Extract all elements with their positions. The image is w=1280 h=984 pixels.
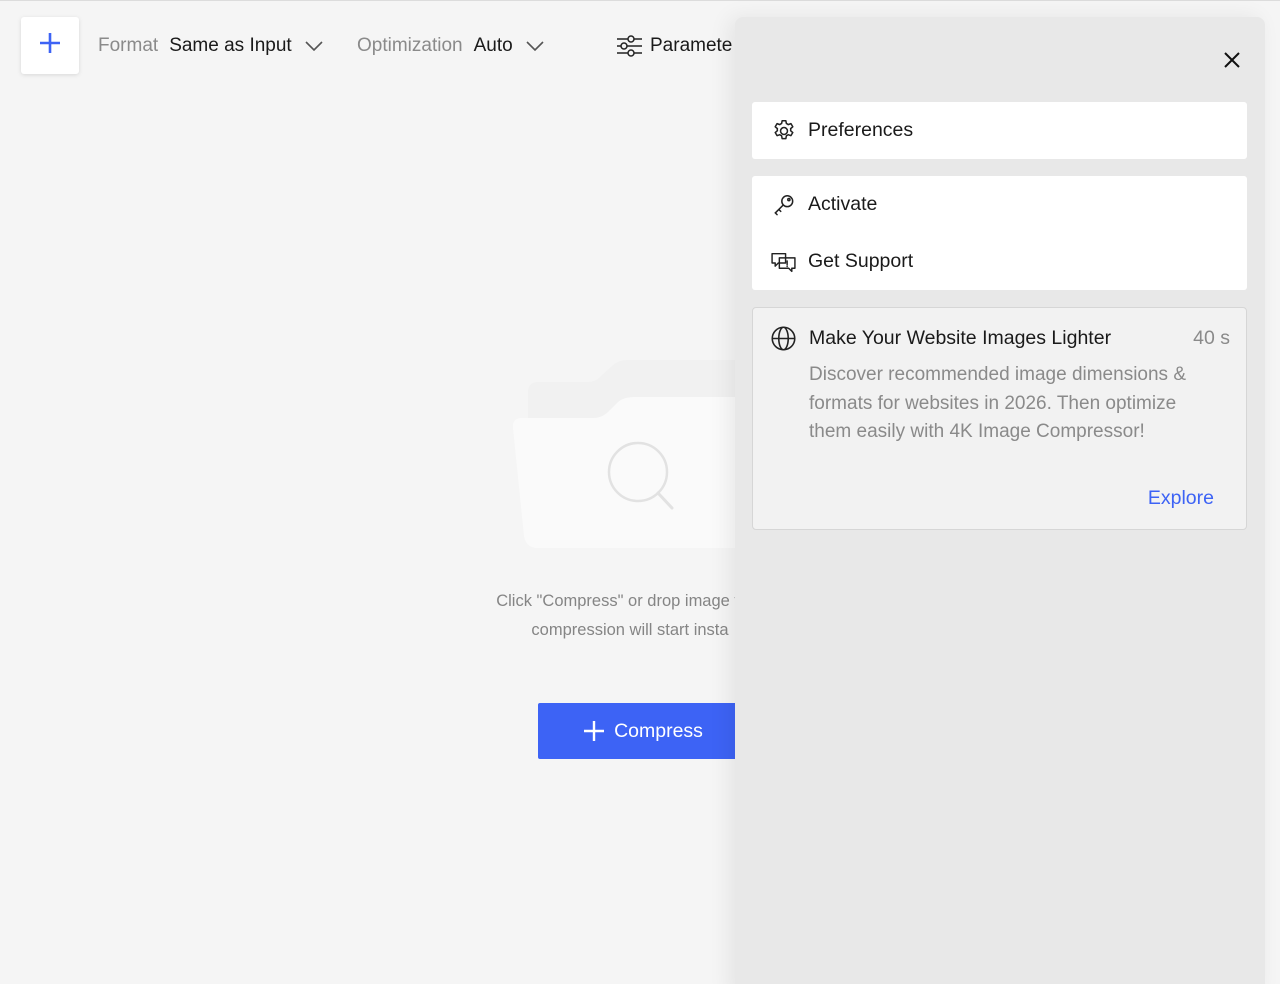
optimization-label: Optimization	[357, 35, 463, 56]
gear-icon	[770, 117, 797, 144]
compress-button[interactable]: Compress	[538, 703, 748, 759]
compress-label: Compress	[614, 719, 703, 742]
chat-support-icon	[770, 248, 797, 275]
get-support-label: Get Support	[808, 250, 914, 272]
chevron-down-icon	[526, 41, 544, 51]
news-timestamp: 40 s	[1193, 327, 1230, 349]
actions-card: Activate Get Support	[752, 176, 1247, 290]
chevron-down-icon	[305, 41, 323, 51]
globe-icon	[770, 325, 797, 352]
key-icon	[770, 191, 797, 218]
news-title: Make Your Website Images Lighter	[809, 327, 1112, 349]
format-value: Same as Input	[169, 35, 292, 56]
side-panel: Preferences Activate Get Support Make Yo…	[735, 17, 1265, 984]
menu-item-get-support[interactable]: Get Support	[752, 233, 1247, 290]
preferences-card: Preferences	[752, 102, 1247, 159]
menu-item-preferences[interactable]: Preferences	[752, 102, 1247, 159]
preferences-label: Preferences	[808, 119, 914, 141]
sliders-icon	[616, 34, 643, 58]
parameters-button[interactable]: Paramete	[616, 33, 732, 59]
parameters-label: Paramete	[650, 35, 733, 56]
folder-search-icon	[508, 360, 738, 555]
news-card: Make Your Website Images Lighter 40 s Di…	[752, 307, 1247, 530]
menu-item-activate[interactable]: Activate	[752, 176, 1247, 233]
format-dropdown[interactable]: Format Same as Input	[98, 33, 323, 59]
plus-icon	[583, 720, 614, 742]
close-icon[interactable]	[1222, 50, 1242, 70]
plus-icon	[38, 31, 62, 60]
top-border	[0, 0, 1280, 1]
add-files-button[interactable]	[21, 17, 79, 74]
activate-label: Activate	[808, 193, 878, 215]
explore-link[interactable]: Explore	[1148, 487, 1214, 510]
optimization-value: Auto	[473, 35, 513, 56]
optimization-dropdown[interactable]: Optimization Auto	[357, 33, 544, 59]
news-body: Discover recommended image dimensions & …	[809, 364, 1186, 443]
format-label: Format	[98, 35, 159, 56]
